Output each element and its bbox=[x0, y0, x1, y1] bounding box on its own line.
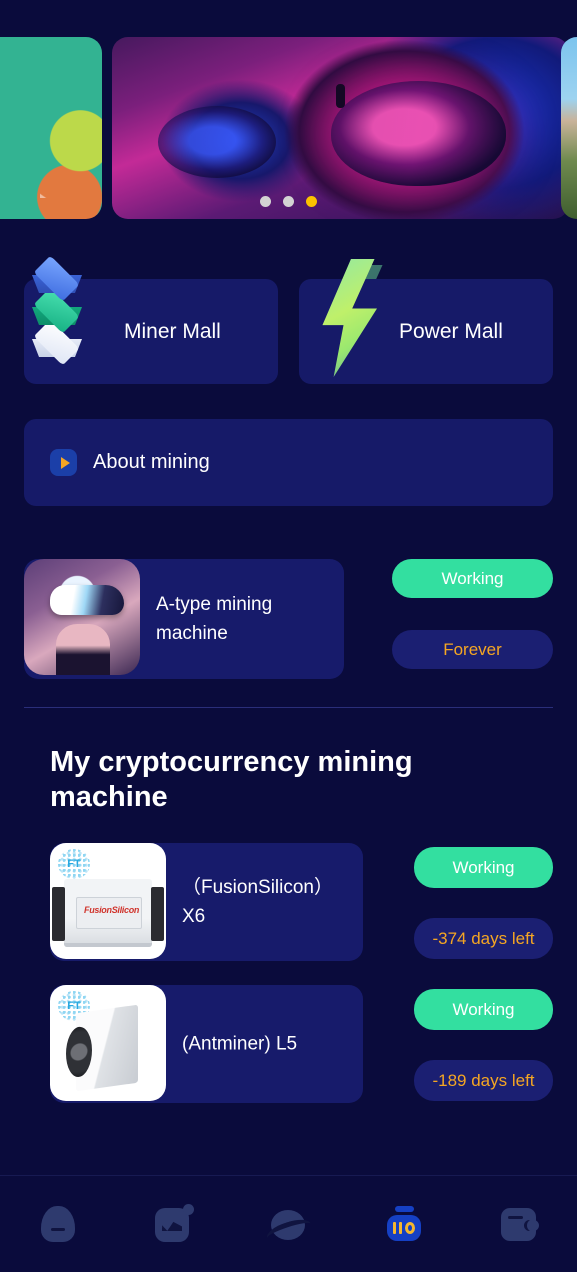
carousel-dot-1[interactable] bbox=[260, 196, 271, 207]
machine-name: (Antminer) L5 bbox=[182, 1033, 298, 1055]
carousel-dot-3[interactable] bbox=[306, 196, 317, 207]
featured-machine-name: A-type mining machine bbox=[156, 594, 273, 644]
mall-shortcuts: Miner Mall Power Mall bbox=[24, 255, 553, 384]
planet-icon bbox=[270, 1210, 305, 1240]
carousel-dot-2[interactable] bbox=[283, 196, 294, 207]
status-badge-working[interactable]: Working bbox=[392, 559, 553, 598]
machine-card-fusionsilicon[interactable]: FT FusionSilicon （FusionSilicon）X6 bbox=[50, 843, 363, 961]
play-icon bbox=[50, 449, 77, 476]
page-title: My cryptocurrency mining machine bbox=[50, 746, 413, 813]
nav-item-wallet[interactable] bbox=[462, 1176, 577, 1272]
section-divider bbox=[24, 707, 553, 708]
featured-machine-status-column: Working Forever bbox=[392, 559, 553, 669]
miner-device-illustration: FusionSilicon bbox=[52, 879, 152, 947]
vr-woman-avatar bbox=[24, 559, 140, 675]
banner-carousel[interactable] bbox=[0, 37, 577, 219]
antminer-l5-photo: FT bbox=[50, 985, 166, 1101]
nav-item-discover[interactable] bbox=[231, 1176, 346, 1272]
machine-card-antminer[interactable]: FT (Antminer) L5 bbox=[50, 985, 363, 1103]
nav-item-mining[interactable] bbox=[346, 1176, 461, 1272]
power-mall-card[interactable]: Power Mall bbox=[299, 259, 553, 384]
status-badge-days-left[interactable]: -374 days left bbox=[414, 918, 553, 959]
carousel-slide-next[interactable] bbox=[561, 37, 577, 219]
featured-machine-row: A-type mining machine Working Forever bbox=[24, 559, 553, 679]
about-mining-card[interactable]: About mining bbox=[24, 419, 553, 506]
stacked-cubes-icon bbox=[6, 255, 102, 375]
about-mining-label: About mining bbox=[93, 451, 210, 473]
status-badge-working[interactable]: Working bbox=[414, 989, 553, 1030]
machine-name: （FusionSilicon）X6 bbox=[182, 877, 333, 927]
fusionsilicon-x6-photo: FT FusionSilicon bbox=[50, 843, 166, 959]
miner-mall-card[interactable]: Miner Mall bbox=[24, 255, 278, 384]
vr-headset-button-detail bbox=[336, 84, 345, 108]
machine-status-column: Working -374 days left bbox=[414, 847, 553, 959]
miner-device-illustration bbox=[76, 1004, 138, 1092]
home-icon bbox=[40, 1206, 75, 1242]
power-mall-label: Power Mall bbox=[399, 319, 503, 343]
status-badge-days-left[interactable]: -189 days left bbox=[414, 1060, 553, 1101]
lightning-bolt-icon bbox=[303, 255, 399, 385]
wallet-icon bbox=[501, 1208, 540, 1241]
status-badge-term[interactable]: Forever bbox=[392, 630, 553, 669]
carousel-slide-previous[interactable] bbox=[0, 37, 102, 219]
machine-status-column: Working -189 days left bbox=[414, 989, 553, 1101]
machine-list-item: FT (Antminer) L5 Working -189 days left bbox=[50, 985, 553, 1103]
machine-list-item: FT FusionSilicon （FusionSilicon）X6 Worki… bbox=[50, 843, 553, 961]
bottom-navigation-bar bbox=[0, 1176, 577, 1272]
miner-brand-text: FusionSilicon bbox=[84, 905, 140, 915]
status-badge-working[interactable]: Working bbox=[414, 847, 553, 888]
nav-item-market[interactable] bbox=[115, 1176, 230, 1272]
nav-item-home[interactable] bbox=[0, 1176, 115, 1272]
miner-mall-label: Miner Mall bbox=[124, 319, 221, 343]
watermark-ft: FT bbox=[58, 849, 90, 879]
mining-machine-icon bbox=[385, 1206, 423, 1244]
carousel-dots bbox=[0, 196, 577, 207]
notification-dot-icon bbox=[183, 1204, 195, 1215]
carousel-slide-active[interactable] bbox=[112, 37, 569, 219]
featured-machine-card[interactable]: A-type mining machine bbox=[24, 559, 344, 679]
